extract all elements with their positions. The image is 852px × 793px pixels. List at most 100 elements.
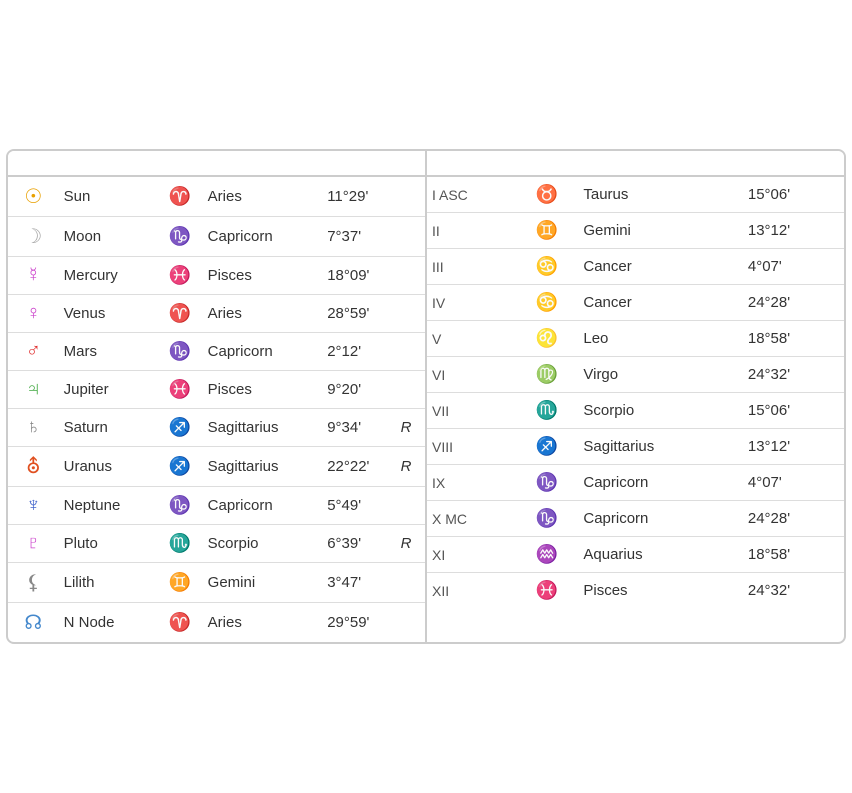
house-sign-name-h6: Virgo <box>578 357 743 393</box>
planet-name-uranus: Uranus <box>59 447 157 487</box>
planet-sign-name-pluto: Scorpio <box>203 525 323 563</box>
planet-retrograde-uranus: R <box>396 447 425 487</box>
planet-sign-symbol-sun: ♈ <box>157 177 203 217</box>
planet-row-saturn: ♄ Saturn ♐ Sagittarius 9°34' R <box>8 409 425 447</box>
house-label-h10: X MC <box>427 501 516 537</box>
planet-sign-name-uranus: Sagittarius <box>203 447 323 487</box>
planet-symbol-mercury: ☿ <box>8 257 59 295</box>
house-deg-h5: 18°58' <box>743 321 844 357</box>
house-sign-name-h10: Capricorn <box>578 501 743 537</box>
planet-deg-pluto: 6°39' <box>322 525 395 563</box>
house-label-h5: V <box>427 321 516 357</box>
house-label-h12: XII <box>427 573 516 609</box>
house-label-h11: XI <box>427 537 516 573</box>
house-deg-h3: 4°07' <box>743 249 844 285</box>
house-sign-symbol-h5: ♌ <box>516 321 579 357</box>
planet-retrograde-sun <box>396 177 425 217</box>
house-row-h9: IX ♑ Capricorn 4°07' <box>427 465 844 501</box>
house-sign-symbol-h9: ♑ <box>516 465 579 501</box>
house-row-h4: IV ♋ Cancer 24°28' <box>427 285 844 321</box>
house-sign-name-h3: Cancer <box>578 249 743 285</box>
planet-sign-name-jupiter: Pisces <box>203 371 323 409</box>
planet-name-neptune: Neptune <box>59 487 157 525</box>
planet-deg-uranus: 22°22' <box>322 447 395 487</box>
planet-symbol-nnode: ☊ <box>8 603 59 643</box>
planet-row-jupiter: ♃ Jupiter ♓ Pisces 9°20' <box>8 371 425 409</box>
planet-deg-venus: 28°59' <box>322 295 395 333</box>
house-sign-symbol-h10: ♑ <box>516 501 579 537</box>
house-row-h2: II ♊ Gemini 13°12' <box>427 213 844 249</box>
planet-name-mars: Mars <box>59 333 157 371</box>
planet-sign-symbol-moon: ♑ <box>157 217 203 257</box>
planet-sign-name-nnode: Aries <box>203 603 323 643</box>
planet-sign-name-mars: Capricorn <box>203 333 323 371</box>
planet-sign-symbol-neptune: ♑ <box>157 487 203 525</box>
planet-sign-name-saturn: Sagittarius <box>203 409 323 447</box>
planet-name-moon: Moon <box>59 217 157 257</box>
planet-deg-saturn: 9°34' <box>322 409 395 447</box>
house-sign-name-h9: Capricorn <box>578 465 743 501</box>
main-container: ☉ Sun ♈ Aries 11°29' ☽ Moon ♑ Capricorn … <box>6 149 846 644</box>
house-label-h8: VIII <box>427 429 516 465</box>
planet-row-venus: ♀ Venus ♈ Aries 28°59' <box>8 295 425 333</box>
house-sign-name-h11: Aquarius <box>578 537 743 573</box>
house-deg-h10: 24°28' <box>743 501 844 537</box>
zodiac-header <box>8 151 425 175</box>
planet-retrograde-lilith <box>396 563 425 603</box>
planet-retrograde-jupiter <box>396 371 425 409</box>
house-label-h4: IV <box>427 285 516 321</box>
planet-retrograde-venus <box>396 295 425 333</box>
house-sign-symbol-h1: ♉ <box>516 177 579 213</box>
house-deg-h1: 15°06' <box>743 177 844 213</box>
houses-table-container: I ASC ♉ Taurus 15°06' II ♊ Gemini 13°12'… <box>427 177 844 642</box>
house-label-h6: VI <box>427 357 516 393</box>
planet-symbol-saturn: ♄ <box>8 409 59 447</box>
planet-retrograde-mars <box>396 333 425 371</box>
house-row-h7: VII ♏ Scorpio 15°06' <box>427 393 844 429</box>
planet-symbol-mars: ♂ <box>8 333 59 371</box>
planet-row-uranus: ⛢ Uranus ♐ Sagittarius 22°22' R <box>8 447 425 487</box>
planet-sign-name-lilith: Gemini <box>203 563 323 603</box>
house-sign-symbol-h2: ♊ <box>516 213 579 249</box>
house-sign-name-h1: Taurus <box>578 177 743 213</box>
planet-sign-name-mercury: Pisces <box>203 257 323 295</box>
planet-retrograde-saturn: R <box>396 409 425 447</box>
house-row-h12: XII ♓ Pisces 24°32' <box>427 573 844 609</box>
houses-table: I ASC ♉ Taurus 15°06' II ♊ Gemini 13°12'… <box>427 177 844 608</box>
planet-symbol-uranus: ⛢ <box>8 447 59 487</box>
planet-deg-neptune: 5°49' <box>322 487 395 525</box>
planet-name-sun: Sun <box>59 177 157 217</box>
house-row-h1: I ASC ♉ Taurus 15°06' <box>427 177 844 213</box>
house-sign-name-h8: Sagittarius <box>578 429 743 465</box>
planet-retrograde-neptune <box>396 487 425 525</box>
planet-name-jupiter: Jupiter <box>59 371 157 409</box>
house-row-h6: VI ♍ Virgo 24°32' <box>427 357 844 393</box>
house-label-h2: II <box>427 213 516 249</box>
house-sign-symbol-h11: ♒ <box>516 537 579 573</box>
planet-retrograde-moon <box>396 217 425 257</box>
house-sign-name-h12: Pisces <box>578 573 743 609</box>
planet-sign-symbol-nnode: ♈ <box>157 603 203 643</box>
planet-retrograde-nnode <box>396 603 425 643</box>
planet-row-neptune: ♆ Neptune ♑ Capricorn 5°49' <box>8 487 425 525</box>
header-row <box>8 151 844 175</box>
planet-row-mars: ♂ Mars ♑ Capricorn 2°12' <box>8 333 425 371</box>
planet-deg-moon: 7°37' <box>322 217 395 257</box>
planet-row-sun: ☉ Sun ♈ Aries 11°29' <box>8 177 425 217</box>
planet-row-mercury: ☿ Mercury ♓ Pisces 18°09' <box>8 257 425 295</box>
planet-deg-mars: 2°12' <box>322 333 395 371</box>
house-deg-h2: 13°12' <box>743 213 844 249</box>
planet-sign-symbol-venus: ♈ <box>157 295 203 333</box>
house-label-h3: III <box>427 249 516 285</box>
planet-row-moon: ☽ Moon ♑ Capricorn 7°37' <box>8 217 425 257</box>
planet-row-lilith: ⚸ Lilith ♊ Gemini 3°47' <box>8 563 425 603</box>
planets-table: ☉ Sun ♈ Aries 11°29' ☽ Moon ♑ Capricorn … <box>8 177 425 642</box>
house-row-h11: XI ♒ Aquarius 18°58' <box>427 537 844 573</box>
planet-deg-jupiter: 9°20' <box>322 371 395 409</box>
planet-name-mercury: Mercury <box>59 257 157 295</box>
house-label-h7: VII <box>427 393 516 429</box>
planet-sign-symbol-lilith: ♊ <box>157 563 203 603</box>
planet-sign-symbol-mercury: ♓ <box>157 257 203 295</box>
house-sign-name-h4: Cancer <box>578 285 743 321</box>
house-label-h1: I ASC <box>427 177 516 213</box>
